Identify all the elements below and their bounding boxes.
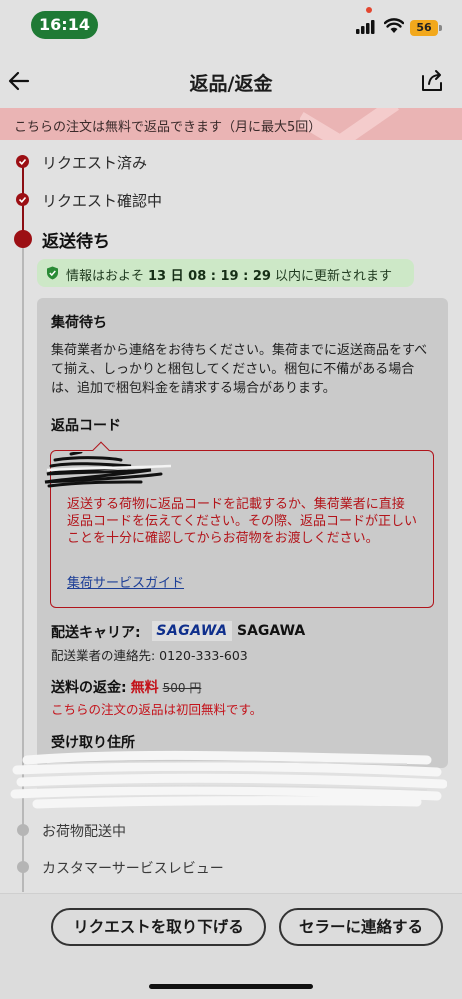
- timeline-step-awaiting-return: 返送待ち: [42, 232, 110, 252]
- page-title: 返品/返金: [189, 73, 273, 95]
- pickup-address-title: 受け取り住所: [51, 735, 135, 751]
- recording-dot-icon: [366, 7, 372, 13]
- banner-text: こちらの注文は無料で返品できます（月に最大5回）: [14, 120, 322, 135]
- countdown-prefix: 情報はおよそ: [66, 269, 145, 284]
- first-return-free-note: こちらの注文の返品は初回無料です。: [51, 702, 263, 717]
- shipping-refund-label: 送料の返金:: [51, 680, 127, 696]
- shield-check-icon: [47, 266, 58, 280]
- signal-icon: [356, 20, 375, 34]
- battery-tip: [439, 25, 442, 31]
- step-current-icon: [14, 230, 32, 248]
- bottom-action-bar: リクエストを取り下げる セラーに連絡する: [0, 893, 462, 999]
- home-indicator[interactable]: [149, 984, 313, 989]
- status-bar: 16:14 56: [0, 0, 462, 52]
- carrier-label: 配送キャリア:: [51, 625, 141, 641]
- withdraw-request-button[interactable]: リクエストを取り下げる: [51, 908, 266, 946]
- pickup-service-guide-link[interactable]: 集荷サービスガイド: [67, 572, 184, 591]
- free-return-banner: こちらの注文は無料で返品できます（月に最大5回）: [0, 108, 462, 140]
- banner-check-decoration-icon: [300, 108, 399, 140]
- redacted-return-code-scribble: [44, 452, 172, 488]
- update-countdown-chip: 情報はおよそ 13 日 08 : 19 : 29 以内に更新されます: [37, 259, 414, 287]
- pickup-description: 集荷業者から連絡をお待ちください。集荷までに返送商品をすべて揃え、しっかりと梱包…: [51, 343, 428, 396]
- timeline-step-in-transit: お荷物配送中: [42, 824, 126, 840]
- pickup-title: 集荷待ち: [51, 315, 107, 331]
- battery-indicator: 56: [410, 20, 438, 36]
- timeline-step-cs-review: カスタマーサービスレビュー: [42, 861, 224, 877]
- return-code-warning: 返送する荷物に返品コードを記載するか、集荷業者に直接返品コードを伝えてください。…: [67, 497, 417, 546]
- step-pending-icon: [17, 824, 29, 836]
- share-icon[interactable]: [419, 68, 445, 94]
- contact-seller-button[interactable]: セラーに連絡する: [279, 908, 443, 946]
- status-time: 16:14: [31, 11, 98, 39]
- step-done-icon: [16, 155, 29, 168]
- shipping-refund-free: 無料: [130, 680, 159, 696]
- countdown-suffix: 以内に更新されます: [274, 269, 392, 284]
- sagawa-logo: SAGAWA: [152, 621, 232, 641]
- countdown-text: 情報はおよそ 13 日 08 : 19 : 29 以内に更新されます: [66, 265, 392, 284]
- timeline-step-requested: リクエスト済み: [42, 154, 148, 172]
- return-detail-card: 集荷待ち 集荷業者から連絡をお待ちください。集荷までに返送商品をすべて揃え、しっ…: [10, 298, 448, 809]
- return-code-title: 返品コード: [51, 418, 121, 434]
- redacted-address-scribble: [10, 750, 447, 809]
- shipping-refund-row: 送料の返金: 無料 500 円: [51, 677, 201, 697]
- header: 返品/返金: [0, 56, 462, 108]
- step-done-icon: [16, 193, 29, 206]
- timeline-step-reviewing: リクエスト確認中: [42, 192, 163, 210]
- step-pending-icon: [17, 861, 29, 873]
- wifi-icon: [384, 18, 404, 33]
- carrier-name: SAGAWA: [237, 623, 306, 639]
- shipping-original-price: 500 円: [162, 681, 202, 695]
- carrier-contact: 配送業者の連絡先: 0120-333-603: [51, 648, 248, 663]
- countdown-value: 13 日 08 : 19 : 29: [148, 269, 271, 284]
